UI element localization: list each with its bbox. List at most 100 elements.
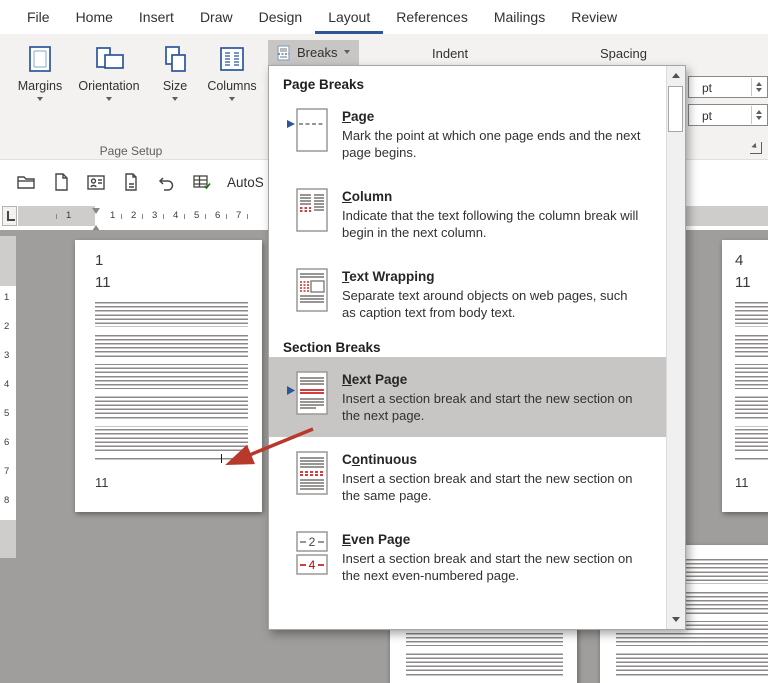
ruler-number: 4 [4, 379, 10, 390]
open-folder-icon[interactable] [16, 172, 36, 192]
document-refresh-icon[interactable] [121, 172, 141, 192]
svg-text:2: 2 [309, 535, 316, 549]
spacing-after-stepper[interactable] [751, 106, 766, 124]
page-text-line: 11 [735, 475, 749, 490]
menu-item-description: Insert a section break and start the new… [342, 471, 633, 503]
word-window: File Home Insert Draw Design Layout Refe… [0, 0, 768, 683]
step-up-icon[interactable] [756, 107, 762, 114]
ruler-number: 4 [173, 210, 179, 221]
table-insert-icon[interactable] [191, 172, 212, 192]
vertical-ruler: 1 2 3 4 5 6 7 8 [0, 236, 16, 558]
scrollbar-thumb[interactable] [668, 86, 683, 132]
step-down-icon[interactable] [756, 88, 762, 95]
step-down-icon[interactable] [756, 116, 762, 123]
indent-markers[interactable] [91, 208, 101, 235]
tab-design[interactable]: Design [246, 0, 316, 34]
menu-item-description: Insert a section break and start the new… [342, 551, 633, 583]
spacing-before-field[interactable]: pt [688, 76, 768, 98]
tab-insert[interactable]: Insert [126, 0, 187, 34]
chevron-down-icon [106, 97, 112, 104]
svg-text:4: 4 [309, 558, 316, 572]
menu-item-description: Indicate that the text following the col… [342, 208, 639, 240]
contact-card-icon[interactable] [86, 172, 106, 192]
spacing-after-field[interactable]: pt [688, 104, 768, 126]
columns-label: Columns [207, 79, 257, 93]
menu-item-even-page[interactable]: 2 4 Even Page Insert a section break and… [269, 517, 666, 597]
columns-button[interactable]: Columns [202, 40, 262, 104]
chevron-down-icon [229, 97, 235, 104]
menu-item-description: Insert a section break and start the new… [342, 391, 633, 423]
tab-file[interactable]: File [14, 0, 63, 34]
scroll-down-icon [672, 617, 680, 626]
orientation-icon [96, 47, 124, 69]
tab-draw[interactable]: Draw [187, 0, 246, 34]
menu-item-title: Even Page [342, 532, 411, 547]
ruler-number: 2 [131, 210, 137, 221]
menu-item-description: Separate text around objects on web page… [342, 288, 628, 320]
margins-label: Margins [17, 79, 63, 93]
page-text-line: 11 [95, 274, 111, 291]
ruler-number: 5 [194, 210, 200, 221]
menu-item-text-wrapping[interactable]: Text Wrapping Separate text around objec… [269, 254, 666, 334]
chevron-down-icon [37, 97, 43, 104]
tab-mailings[interactable]: Mailings [481, 0, 558, 34]
tab-review[interactable]: Review [558, 0, 630, 34]
ruler-number: 1 [110, 210, 116, 221]
ruler-page-area [95, 206, 285, 226]
tab-home[interactable]: Home [63, 0, 126, 34]
menu-item-page[interactable]: Page Mark the point at which one page en… [269, 94, 666, 174]
menu-item-title: Page [342, 109, 375, 124]
spacing-after-unit: pt [702, 109, 713, 123]
chevron-down-icon [344, 50, 351, 57]
next-page-break-icon [287, 371, 328, 415]
tab-references[interactable]: References [383, 0, 481, 34]
menu-item-title: Text Wrapping [342, 269, 435, 284]
scroll-down-button[interactable] [667, 610, 685, 629]
page-body-text [95, 302, 248, 460]
autosave-label: AutoS [227, 174, 264, 190]
ruler-number: 7 [4, 466, 10, 477]
document-page-1[interactable]: 1 11 11 [75, 240, 262, 512]
tab-layout[interactable]: Layout [315, 0, 384, 34]
menu-item-title: Column [342, 189, 393, 204]
menu-scrollbar[interactable] [666, 66, 685, 629]
spacing-before-unit: pt [702, 81, 713, 95]
scroll-up-button[interactable] [667, 66, 685, 85]
page-setup-group-label: Page Setup [99, 144, 163, 158]
menu-item-next-page[interactable]: Next Page Insert a section break and sta… [269, 357, 666, 437]
menu-item-description: Mark the point at which one page ends an… [342, 128, 641, 160]
page-body-text [735, 302, 768, 460]
page-breaks-header: Page Breaks [283, 77, 365, 92]
column-break-icon [296, 188, 328, 232]
ruler-number: 8 [4, 495, 10, 506]
page-text-line: 4 [735, 252, 744, 269]
orientation-label: Orientation [78, 79, 140, 93]
page-text-line: 1 [95, 252, 104, 269]
ruler-number: 5 [4, 408, 10, 419]
dialog-launcher-icon[interactable] [750, 142, 762, 154]
ruler-number: 7 [236, 210, 242, 221]
ribbon-tab-bar: File Home Insert Draw Design Layout Refe… [0, 0, 768, 34]
margins-icon [29, 46, 51, 72]
step-up-icon[interactable] [756, 79, 762, 86]
text-wrapping-break-icon [296, 268, 328, 312]
menu-item-title: Continuous [342, 452, 417, 467]
ruler-number: 3 [152, 210, 158, 221]
menu-item-continuous[interactable]: Continuous Insert a section break and st… [269, 437, 666, 517]
margins-button[interactable]: Margins [12, 40, 68, 104]
ruler-number: 3 [4, 350, 10, 361]
document-page-4[interactable]: 4 11 11 [722, 240, 768, 512]
size-button[interactable]: Size [152, 40, 198, 104]
tab-selector-icon[interactable] [2, 206, 17, 226]
text-cursor [221, 454, 222, 463]
breaks-dropdown-menu: Page Breaks Page Mark the point at which… [268, 65, 686, 630]
columns-icon [220, 47, 244, 71]
new-document-icon[interactable] [51, 172, 71, 192]
breaks-button[interactable]: Breaks [268, 40, 360, 65]
size-label: Size [162, 79, 188, 93]
menu-item-column[interactable]: Column Indicate that the text following … [269, 174, 666, 254]
section-breaks-header: Section Breaks [283, 340, 381, 355]
undo-icon[interactable] [156, 172, 176, 192]
spacing-before-stepper[interactable] [751, 78, 766, 96]
orientation-button[interactable]: Orientation [72, 40, 146, 104]
